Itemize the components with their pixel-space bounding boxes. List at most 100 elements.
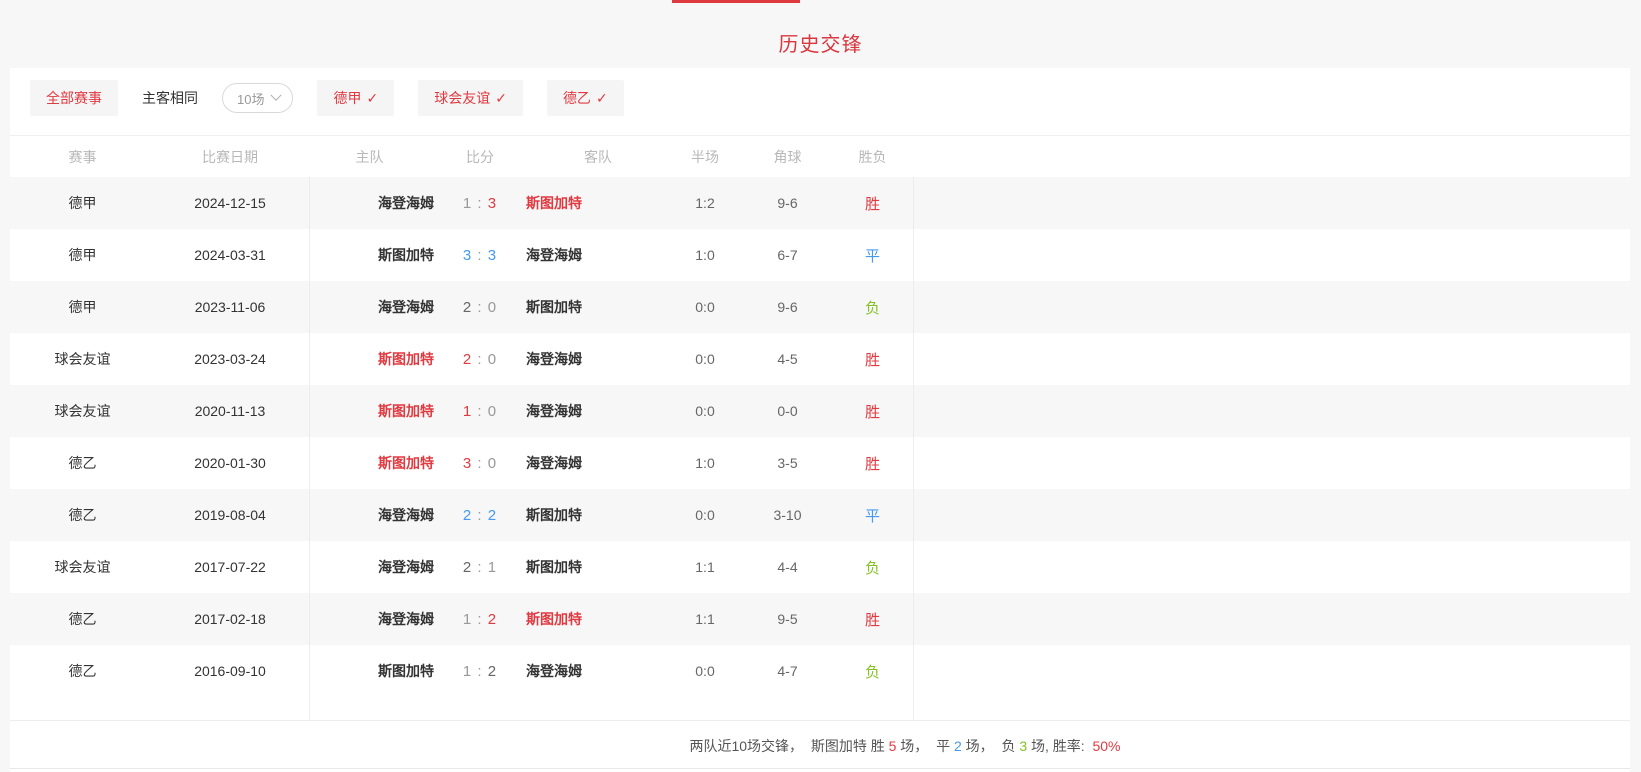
table-body: 德甲 2024-12-15 海登海姆 1 : 3 斯图加特 1:2 9-6 胜 … [10,177,1630,697]
cell-halftime: 1:2 [670,195,740,211]
cell-result: 负 [835,557,910,578]
cell-result: 平 [835,505,910,526]
header-away: 客队 [520,147,670,167]
cell-date: 2024-12-15 [155,195,305,211]
cell-halftime: 1:1 [670,559,740,575]
cell-score: 1 : 3 [440,195,520,212]
cell-corners: 4-4 [740,559,835,575]
home-score: 3 [463,455,472,472]
cell-halftime: 1:1 [670,611,740,627]
chevron-down-icon [271,90,282,101]
away-score: 0 [488,351,497,368]
summary-segment: 2 [954,738,962,754]
cell-result: 胜 [835,401,910,422]
cell-score: 1 : 0 [440,403,520,420]
cell-score: 1 : 2 [440,663,520,680]
cell-away-team: 海登海姆 [520,349,670,369]
cell-away-team: 斯图加特 [520,193,670,213]
history-card: 全部赛事 主客相同 10场 德甲 ✓ 球会友谊 ✓ 德乙 ✓ 赛事 比赛日期 主… [10,68,1630,772]
column-divider-right [913,177,914,720]
summary-segment: 5 [889,738,897,754]
match-count-value: 10场 [237,89,264,108]
header-home: 主队 [305,147,440,167]
table-row: 德乙 2017-02-18 海登海姆 1 : 2 斯图加特 1:1 9-5 胜 [10,593,1630,645]
cell-result: 负 [835,661,910,682]
cell-halftime: 0:0 [670,351,740,367]
cell-corners: 6-7 [740,247,835,263]
cell-halftime: 1:0 [670,455,740,471]
score-colon: : [472,455,488,472]
column-divider-left [309,177,310,720]
cell-date: 2023-03-24 [155,351,305,367]
match-count-select[interactable]: 10场 [222,83,293,113]
cell-halftime: 0:0 [670,299,740,315]
table-row: 德甲 2023-11-06 海登海姆 2 : 0 斯图加特 0:0 9-6 负 [10,281,1630,333]
all-matches-button[interactable]: 全部赛事 [30,80,118,116]
check-icon: ✓ [596,90,608,107]
cell-away-team: 斯图加特 [520,505,670,525]
table-row: 德乙 2020-01-30 斯图加特 3 : 0 海登海姆 1:0 3-5 胜 [10,437,1630,489]
cell-league: 德乙 [10,609,155,629]
cell-date: 2024-03-31 [155,247,305,263]
table-row: 德乙 2019-08-04 海登海姆 2 : 2 斯图加特 0:0 3-10 平 [10,489,1630,541]
away-score: 3 [488,247,497,264]
cell-result: 胜 [835,349,910,370]
cell-result: 负 [835,297,910,318]
cell-halftime: 0:0 [670,507,740,523]
cell-corners: 9-6 [740,299,835,315]
away-score: 0 [488,455,497,472]
cell-league: 德甲 [10,297,155,317]
cell-corners: 9-5 [740,611,835,627]
cell-home-team: 海登海姆 [305,297,440,317]
header-league: 赛事 [10,147,155,167]
league-toggle-bundesliga2[interactable]: 德乙 ✓ [547,80,624,116]
cell-halftime: 1:0 [670,247,740,263]
cell-result: 胜 [835,609,910,630]
card-bottom-divider [10,768,1630,769]
header-score: 比分 [440,147,520,167]
summary-segment: 两队近10场交锋， 斯图加特 胜 [689,736,888,756]
score-colon: : [472,299,488,316]
header-corners: 角球 [740,147,835,167]
cell-halftime: 0:0 [670,403,740,419]
home-score: 2 [463,559,472,576]
cell-home-team: 海登海姆 [305,193,440,213]
cell-home-team: 海登海姆 [305,609,440,629]
score-colon: : [472,507,488,524]
cell-date: 2017-02-18 [155,611,305,627]
home-score: 1 [463,195,472,212]
table-header: 赛事 比赛日期 主队 比分 客队 半场 角球 胜负 [10,135,1630,177]
cell-score: 2 : 0 [440,351,520,368]
league-toggle-bundesliga[interactable]: 德甲 ✓ [317,80,394,116]
cell-date: 2016-09-10 [155,663,305,679]
cell-score: 3 : 0 [440,455,520,472]
score-colon: : [472,559,488,576]
cell-home-team: 斯图加特 [305,349,440,369]
cell-league: 球会友谊 [10,349,155,369]
score-colon: : [472,663,488,680]
cell-away-team: 斯图加特 [520,557,670,577]
cell-score: 2 : 0 [440,299,520,316]
active-tab-indicator [672,0,800,3]
cell-result: 平 [835,245,910,266]
away-score: 1 [488,559,497,576]
score-colon: : [472,611,488,628]
cell-away-team: 斯图加特 [520,609,670,629]
cell-league: 德甲 [10,193,155,213]
home-score: 1 [463,663,472,680]
cell-league: 德甲 [10,245,155,265]
cell-away-team: 海登海姆 [520,245,670,265]
table-row: 德甲 2024-12-15 海登海姆 1 : 3 斯图加特 1:2 9-6 胜 [10,177,1630,229]
cell-score: 2 : 2 [440,507,520,524]
cell-corners: 3-10 [740,507,835,523]
cell-home-team: 海登海姆 [305,557,440,577]
away-score: 2 [488,611,497,628]
league-toggle-club-friendly[interactable]: 球会友谊 ✓ [418,80,523,116]
home-score: 2 [463,507,472,524]
score-colon: : [472,403,488,420]
cell-away-team: 斯图加特 [520,297,670,317]
cell-result: 胜 [835,193,910,214]
league-toggle-label: 球会友谊 [434,88,490,108]
home-away-same-button[interactable]: 主客相同 [142,88,198,108]
cell-home-team: 斯图加特 [305,453,440,473]
